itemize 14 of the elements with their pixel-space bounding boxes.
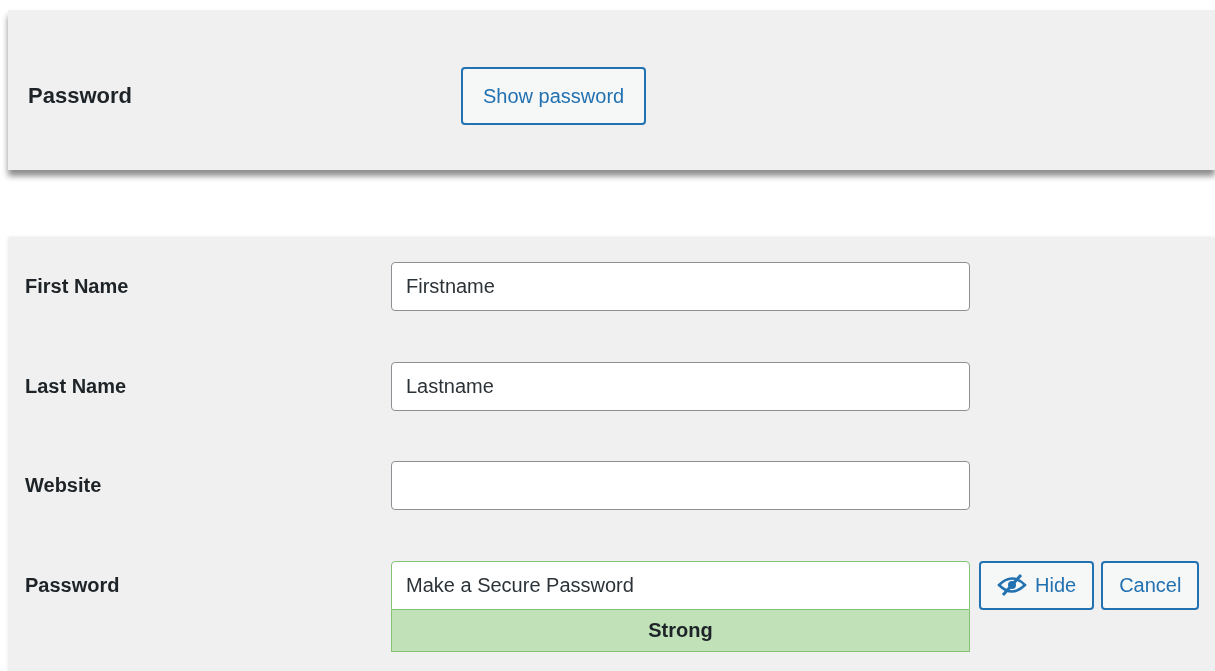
eye-slash-icon [997, 574, 1027, 596]
field-label: Password [28, 83, 133, 109]
show-password-button[interactable]: Show password [461, 67, 647, 125]
password-field[interactable]: Make a Secure Password [391, 560, 970, 610]
cancel-button[interactable]: Cancel [1101, 560, 1200, 610]
field-label: First Name [25, 274, 130, 299]
strength-meter: Strong [391, 609, 970, 652]
field-label: Last Name [25, 373, 128, 399]
text-field[interactable]: Firstname [391, 262, 970, 311]
text-field[interactable]: Lastname [391, 361, 970, 411]
field-label: Password [25, 572, 121, 598]
hide-button[interactable]: Hide [979, 560, 1095, 610]
text-field[interactable] [391, 461, 970, 510]
field-label: Website [25, 473, 103, 498]
